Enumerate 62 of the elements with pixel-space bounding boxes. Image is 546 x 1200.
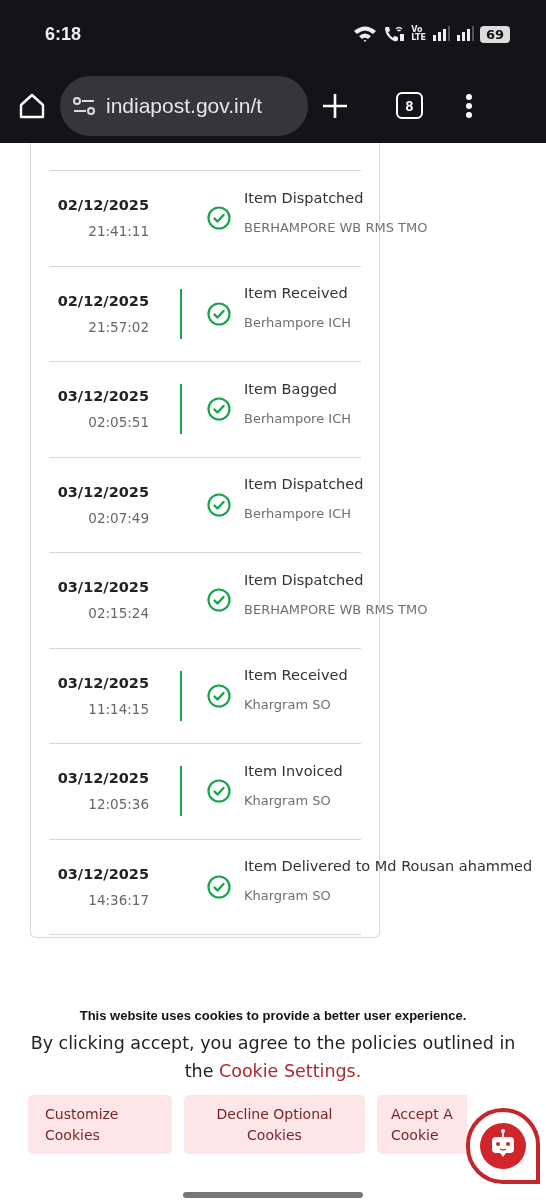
event-time: 12:05:36 bbox=[88, 796, 149, 813]
event-office: Berhampore ICH bbox=[244, 315, 351, 331]
check-circle-icon bbox=[207, 874, 231, 899]
event-date: 03/12/2025 bbox=[57, 483, 149, 500]
robot-icon bbox=[480, 1123, 526, 1169]
wifi-icon bbox=[353, 25, 378, 43]
wifi-calling-icon bbox=[383, 25, 406, 43]
cookie-button[interactable]: Decline Optional Cookies bbox=[184, 1095, 365, 1154]
event-date: 03/12/2025 bbox=[57, 388, 149, 405]
event-date: 02/12/2025 bbox=[57, 197, 149, 214]
event-time: 11:14:15 bbox=[88, 700, 149, 717]
battery-indicator: 69 bbox=[479, 25, 510, 43]
check-circle-icon bbox=[207, 492, 231, 517]
event-time: 02:07:49 bbox=[88, 509, 149, 526]
status-time: 6:18 bbox=[45, 23, 82, 45]
event-date: 03/12/2025 bbox=[57, 865, 149, 882]
cookie-notice: By clicking accept, you agree to the policies outlined in the Cookie Settings. bbox=[30, 1032, 516, 1083]
event-status: Item Dispatched bbox=[244, 189, 365, 206]
plus-icon bbox=[322, 92, 348, 119]
signal-icon bbox=[431, 26, 450, 42]
home-icon bbox=[18, 91, 46, 120]
event-office: BERHAMPORE WB RMS TMO bbox=[244, 601, 428, 617]
volte-label: Vo bbox=[411, 26, 423, 34]
tab-count-button[interactable]: 8 bbox=[396, 92, 423, 119]
event-status: Item Received bbox=[244, 285, 349, 302]
check-circle-icon bbox=[207, 206, 231, 231]
check-circle-icon bbox=[207, 588, 231, 613]
check-circle-icon bbox=[207, 397, 231, 422]
check-circle-icon bbox=[207, 779, 231, 804]
event-time: 21:41:11 bbox=[88, 223, 149, 240]
menu-icon bbox=[465, 92, 473, 119]
event-office: Khargram SO bbox=[244, 888, 332, 904]
cookie-button[interactable]: Accept A Cookie bbox=[377, 1095, 467, 1154]
event-time: 02:15:24 bbox=[88, 605, 149, 622]
lte-label: LTE bbox=[411, 34, 426, 42]
event-office: Berhampore ICH bbox=[244, 410, 351, 426]
check-circle-icon bbox=[207, 683, 231, 708]
site-settings-icon bbox=[72, 95, 96, 116]
event-date: 03/12/2025 bbox=[57, 674, 149, 691]
event-date: 03/12/2025 bbox=[57, 579, 149, 596]
cookie-settings-link[interactable]: Cookie Settings. bbox=[219, 1061, 362, 1081]
check-circle-icon bbox=[207, 301, 231, 326]
event-status: Item Dispatched bbox=[244, 571, 365, 588]
event-status: Item Delivered to Md Rousan ahammed bbox=[244, 858, 533, 875]
cookie-button[interactable]: Customize Cookies bbox=[28, 1095, 172, 1154]
event-date: 02/12/2025 bbox=[57, 292, 149, 309]
event-time: 14:36:17 bbox=[88, 891, 149, 908]
signal-icon bbox=[455, 26, 474, 42]
chatbot-button[interactable] bbox=[466, 1108, 540, 1184]
event-time: 21:57:02 bbox=[88, 318, 149, 335]
event-office: Khargram SO bbox=[244, 697, 332, 713]
event-status: Item Dispatched bbox=[244, 476, 364, 493]
event-office: Berhampore ICH bbox=[244, 506, 352, 522]
event-date: 03/12/2025 bbox=[57, 770, 149, 787]
event-office: Khargram SO bbox=[244, 792, 332, 808]
event-time: 02:05:51 bbox=[88, 414, 149, 431]
event-office: BERHAMPORE WB RMS TMO bbox=[244, 219, 428, 235]
event-status: Item Invoiced bbox=[244, 762, 343, 779]
event-status: Item Bagged bbox=[244, 380, 338, 397]
address-bar[interactable]: indiapost.gov.in/t bbox=[60, 75, 308, 136]
cookie-heading: This website uses cookies to provide a better user experience. bbox=[78, 1008, 468, 1023]
event-status: Item Received bbox=[244, 667, 348, 684]
